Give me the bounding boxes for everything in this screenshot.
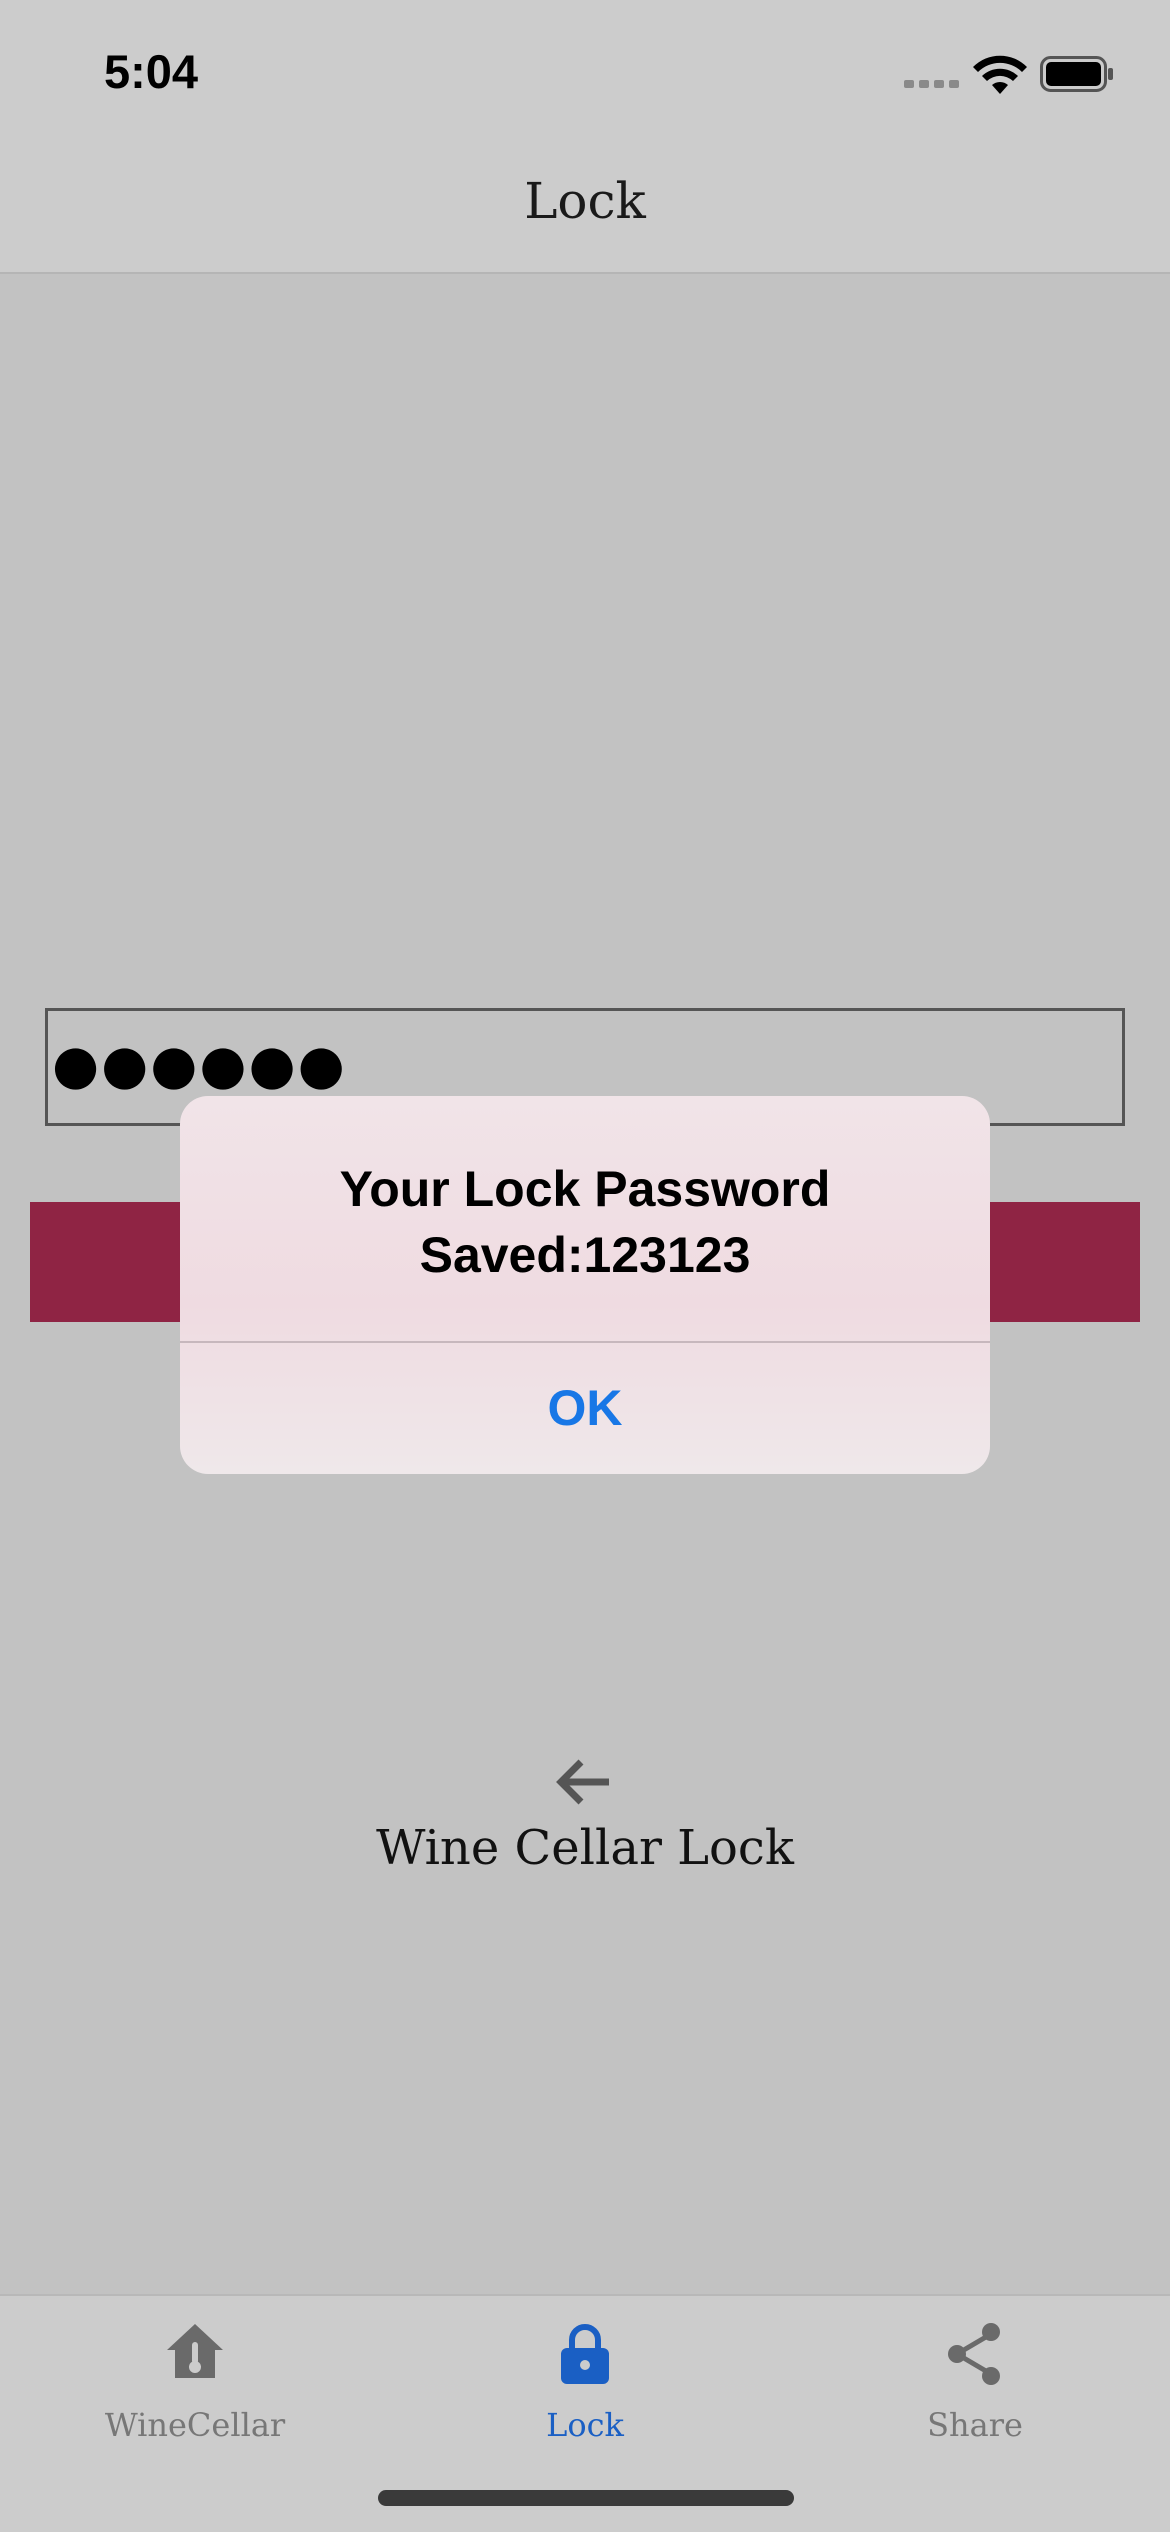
battery-icon: [1040, 56, 1113, 92]
tab-label-share: Share: [927, 2406, 1023, 2444]
tab-label-winecellar: WineCellar: [104, 2406, 286, 2444]
navigation-bar: Lock: [0, 140, 1170, 274]
ok-button[interactable]: OK: [180, 1343, 990, 1474]
wifi-icon: [973, 55, 1027, 94]
page-title: Lock: [524, 172, 646, 230]
tab-winecellar[interactable]: WineCellar: [0, 2296, 390, 2466]
tab-share[interactable]: Share: [780, 2296, 1170, 2466]
status-bar: 5:04: [0, 0, 1170, 140]
alert-title: Your Lock Password Saved:123123: [339, 1161, 831, 1283]
alert-dialog: Your Lock Password Saved:123123 OK: [180, 1096, 990, 1474]
password-value: ●●●●●●: [52, 1033, 347, 1096]
share-icon: [948, 2323, 1000, 2385]
arrow-left-icon[interactable]: [553, 1756, 613, 1808]
home-indicator[interactable]: [378, 2490, 794, 2506]
wine-cellar-lock-title: Wine Cellar Lock: [376, 1820, 794, 1876]
lock-icon: [561, 2324, 609, 2384]
home-thermometer-icon: [167, 2324, 223, 2378]
tab-label-lock: Lock: [546, 2406, 624, 2444]
status-time: 5:04: [104, 45, 199, 98]
tab-lock[interactable]: Lock: [390, 2296, 780, 2466]
signal-dots-icon: [904, 80, 959, 88]
